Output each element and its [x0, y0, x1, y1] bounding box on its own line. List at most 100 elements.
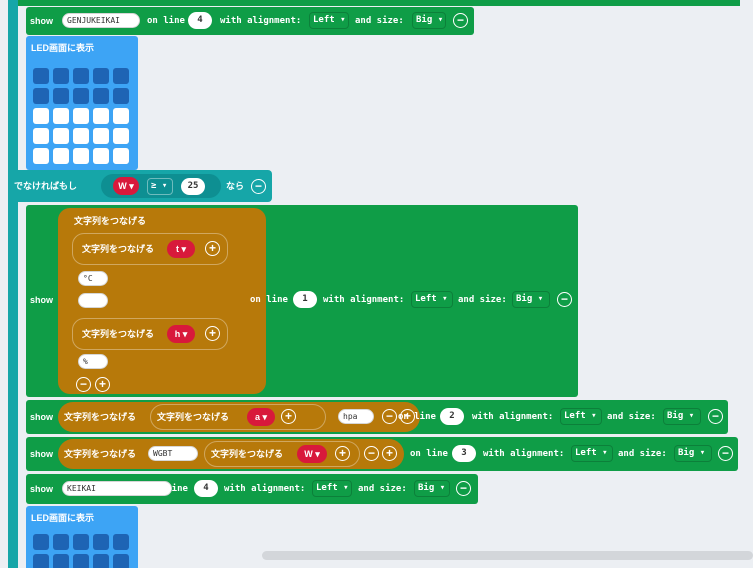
line-number-input[interactable]: 1 [293, 291, 317, 308]
horizontal-scrollbar[interactable] [262, 551, 753, 560]
led-on[interactable] [33, 108, 49, 124]
operator-dropdown[interactable]: ≥ ▾ [147, 178, 173, 195]
text-input-space[interactable] [78, 293, 108, 308]
plus-circle-icon[interactable]: + [335, 446, 350, 461]
led-off[interactable] [73, 88, 89, 104]
led-off[interactable] [53, 554, 69, 568]
join-block-inner[interactable]: 文字列をつなげる a ▾ + [150, 404, 326, 430]
variable-a[interactable]: a ▾ [247, 408, 275, 426]
line-number-input[interactable]: 2 [440, 408, 464, 425]
led-grid[interactable] [33, 68, 133, 168]
led-on[interactable] [113, 108, 129, 124]
show-block-line-3[interactable]: show 文字列をつなげる WGBT 文字列をつなげる W ▾ + − + on… [26, 437, 738, 471]
show-leds-block-2[interactable]: LED画面に表示 [26, 506, 138, 568]
led-off[interactable] [33, 88, 49, 104]
alignment-dropdown[interactable]: Left ▾ [560, 408, 602, 425]
led-off[interactable] [93, 534, 109, 550]
size-dropdown[interactable]: Big ▾ [674, 445, 712, 462]
led-off[interactable] [73, 534, 89, 550]
if-else-block-frame[interactable] [8, 0, 18, 568]
led-off[interactable] [113, 68, 129, 84]
led-off[interactable] [93, 554, 109, 568]
minus-circle-icon[interactable]: − [76, 377, 91, 392]
compare-value-input[interactable]: 25 [181, 178, 205, 195]
variable-w[interactable]: W ▾ [113, 177, 139, 195]
alignment-dropdown[interactable]: Left ▾ [411, 291, 453, 308]
plus-circle-icon[interactable]: + [205, 326, 220, 341]
alignment-dropdown[interactable]: Left ▾ [309, 12, 349, 29]
text-input-hpa[interactable]: hpa [338, 409, 374, 424]
led-on[interactable] [73, 128, 89, 144]
led-on[interactable] [53, 128, 69, 144]
plus-circle-icon[interactable]: + [95, 377, 110, 392]
variable-h[interactable]: h ▾ [167, 325, 195, 343]
minus-circle-icon[interactable]: − [708, 409, 723, 424]
plus-circle-icon[interactable]: + [205, 241, 220, 256]
alignment-dropdown[interactable]: Left ▾ [312, 480, 352, 497]
else-if-row[interactable]: でなければもし W ▾ ≥ ▾ 25 なら − [8, 170, 272, 202]
minus-circle-icon[interactable]: − [718, 446, 733, 461]
join-block-outer[interactable]: 文字列をつなげる 文字列をつなげる a ▾ + hpa − + [58, 402, 420, 432]
join-block-outer[interactable]: 文字列をつなげる 文字列をつなげる t ▾ + °C 文字列をつなげる h ▾ … [58, 208, 266, 394]
led-grid[interactable] [33, 534, 133, 568]
led-on[interactable] [93, 128, 109, 144]
show-block-genjukeikai[interactable]: show GENJUKEIKAI on line 4 with alignmen… [26, 7, 474, 35]
led-on[interactable] [93, 148, 109, 164]
led-off[interactable] [93, 88, 109, 104]
text-input-celsius[interactable]: °C [78, 271, 108, 286]
led-off[interactable] [73, 554, 89, 568]
led-off[interactable] [53, 534, 69, 550]
led-off[interactable] [53, 88, 69, 104]
size-dropdown[interactable]: Big ▾ [663, 408, 701, 425]
led-on[interactable] [33, 148, 49, 164]
led-on[interactable] [113, 128, 129, 144]
led-off[interactable] [33, 534, 49, 550]
line-number-input[interactable]: 3 [452, 445, 476, 462]
minus-circle-icon[interactable]: − [364, 446, 379, 461]
show-leds-label: LED画面に表示 [31, 513, 95, 523]
join-block-inner[interactable]: 文字列をつなげる W ▾ + [204, 441, 360, 467]
plus-circle-icon[interactable]: + [382, 446, 397, 461]
minus-circle-icon[interactable]: − [557, 292, 572, 307]
comparison-block[interactable]: W ▾ ≥ ▾ 25 [101, 174, 221, 198]
led-off[interactable] [113, 534, 129, 550]
led-on[interactable] [73, 108, 89, 124]
join-block-inner-1[interactable]: 文字列をつなげる t ▾ + [72, 233, 228, 265]
variable-t[interactable]: t ▾ [167, 240, 195, 258]
size-dropdown[interactable]: Big ▾ [412, 12, 446, 29]
alignment-dropdown[interactable]: Left ▾ [571, 445, 613, 462]
led-on[interactable] [113, 148, 129, 164]
variable-w[interactable]: W ▾ [297, 445, 327, 463]
join-block-inner-2[interactable]: 文字列をつなげる h ▾ + [72, 318, 228, 350]
led-off[interactable] [93, 68, 109, 84]
led-off[interactable] [53, 68, 69, 84]
line-number-input[interactable]: 4 [188, 12, 212, 29]
led-on[interactable] [73, 148, 89, 164]
text-input-genjukeikai[interactable]: GENJUKEIKAI [62, 13, 140, 28]
line-number-input[interactable]: 4 [194, 480, 218, 497]
minus-circle-icon[interactable]: − [453, 13, 468, 28]
text-input-wgbt[interactable]: WGBT [148, 446, 198, 461]
show-block-line-2[interactable]: show 文字列をつなげる 文字列をつなげる a ▾ + hpa − + on … [26, 400, 728, 434]
size-dropdown[interactable]: Big ▾ [512, 291, 550, 308]
plus-circle-icon[interactable]: + [281, 409, 296, 424]
minus-circle-icon[interactable]: − [382, 409, 397, 424]
size-dropdown[interactable]: Big ▾ [414, 480, 450, 497]
led-off[interactable] [113, 554, 129, 568]
led-on[interactable] [33, 128, 49, 144]
text-input-percent[interactable]: % [78, 354, 108, 369]
led-off[interactable] [73, 68, 89, 84]
minus-circle-icon[interactable]: − [456, 481, 471, 496]
led-on[interactable] [53, 148, 69, 164]
blocks-workspace[interactable]: show GENJUKEIKAI on line 4 with alignmen… [0, 0, 753, 568]
led-off[interactable] [33, 554, 49, 568]
minus-circle-icon[interactable]: − [251, 179, 266, 194]
show-block-line-1[interactable]: show 文字列をつなげる 文字列をつなげる t ▾ + °C 文字列をつなげる… [26, 205, 578, 397]
show-block-keikai[interactable]: show KEIKAI on line 4 with alignment: Le… [26, 474, 478, 504]
led-on[interactable] [93, 108, 109, 124]
join-block-outer[interactable]: 文字列をつなげる WGBT 文字列をつなげる W ▾ + − + [58, 439, 404, 469]
led-off[interactable] [33, 68, 49, 84]
led-off[interactable] [113, 88, 129, 104]
led-on[interactable] [53, 108, 69, 124]
show-leds-block-1[interactable]: LED画面に表示 [26, 36, 138, 170]
